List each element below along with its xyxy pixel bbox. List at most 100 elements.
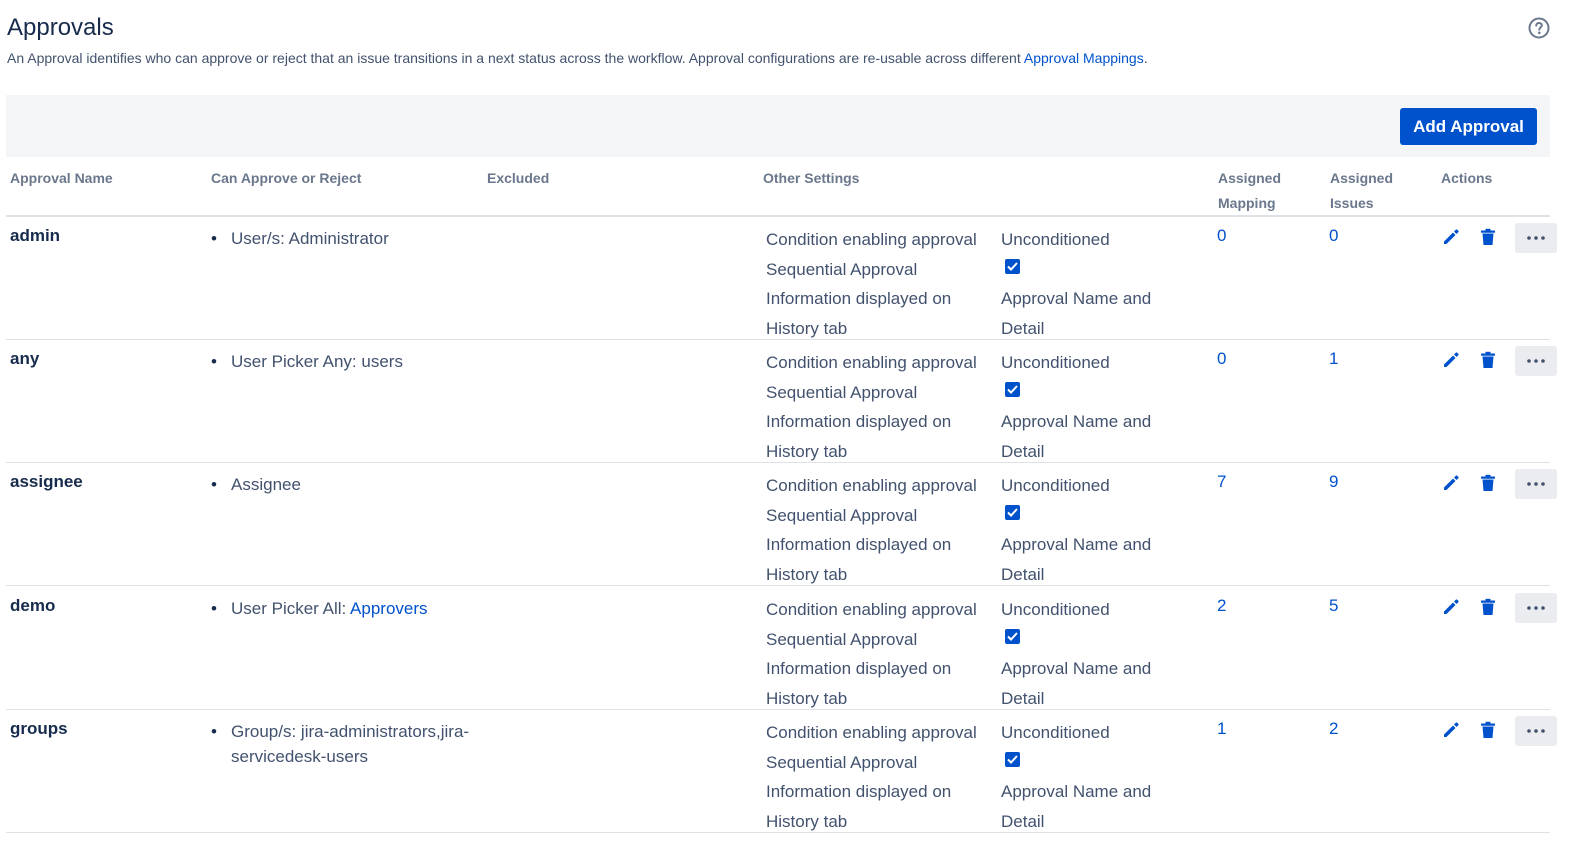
table-row: assignee Assignee Condition enabling appro… — [6, 463, 1557, 586]
condition-value: Unconditioned — [1001, 600, 1110, 619]
info-label: Information displayed on History tab — [766, 782, 952, 831]
more-actions-button[interactable] — [1515, 346, 1557, 376]
check-icon — [1007, 631, 1018, 641]
assigned-mapping-link[interactable]: 2 — [1217, 596, 1226, 616]
approver-item: User Picker All: Approvers — [211, 596, 501, 621]
pencil-icon[interactable] — [1442, 598, 1460, 616]
info-value: Approval Name and Detail — [1001, 659, 1152, 708]
sequential-checkbox — [1005, 504, 1020, 520]
condition-label: Condition enabling approval — [766, 353, 977, 372]
col-actions: Actions — [1441, 170, 1493, 186]
settings-labels: Condition enabling approval Sequential Ap… — [766, 350, 996, 468]
approval-name: assignee — [10, 472, 83, 491]
trash-icon[interactable] — [1480, 351, 1496, 369]
check-icon — [1007, 261, 1018, 271]
pencil-icon[interactable] — [1442, 474, 1460, 492]
trash-icon[interactable] — [1480, 598, 1496, 616]
more-actions-button[interactable] — [1515, 716, 1557, 746]
pencil-icon[interactable] — [1442, 351, 1460, 369]
approval-name: groups — [10, 719, 68, 738]
condition-value: Unconditioned — [1001, 476, 1110, 495]
pencil-icon[interactable] — [1442, 228, 1460, 246]
approver-item: User Picker Any: users — [211, 349, 501, 374]
check-icon — [1007, 507, 1018, 517]
info-value: Approval Name and Detail — [1001, 289, 1152, 338]
settings-values: Unconditioned Approval Name and Detail — [1001, 720, 1201, 838]
pencil-icon[interactable] — [1442, 721, 1460, 739]
sequential-checkbox — [1005, 258, 1020, 274]
condition-label: Condition enabling approval — [766, 723, 977, 742]
help-circle-icon[interactable] — [1528, 17, 1550, 39]
assigned-mapping-link[interactable]: 7 — [1217, 472, 1226, 492]
condition-label: Condition enabling approval — [766, 230, 977, 249]
approval-mappings-link[interactable]: Approval Mappings — [1024, 50, 1144, 66]
assigned-issues-link[interactable]: 0 — [1329, 226, 1338, 246]
condition-value: Unconditioned — [1001, 230, 1110, 249]
col-excluded: Excluded — [487, 170, 550, 186]
table-row: any User Picker Any: users Condition enabl… — [6, 340, 1557, 463]
col-assigned-mapping[interactable]: Assigned Mapping — [1218, 166, 1281, 216]
settings-values: Unconditioned Approval Name and Detail — [1001, 227, 1201, 345]
sequential-label: Sequential Approval — [766, 382, 918, 402]
assigned-issues-link[interactable]: 9 — [1329, 472, 1338, 492]
more-actions-button[interactable] — [1515, 469, 1557, 499]
info-label: Information displayed on History tab — [766, 289, 952, 338]
info-label: Information displayed on History tab — [766, 535, 952, 584]
col-assigned-issues[interactable]: Assigned Issues — [1330, 166, 1393, 216]
sequential-label: Sequential Approval — [766, 752, 918, 772]
condition-label: Condition enabling approval — [766, 476, 977, 495]
sequential-checkbox — [1005, 628, 1020, 644]
more-horizontal-icon — [1527, 482, 1545, 486]
table-row: demo User Picker All: Approvers Condition … — [6, 587, 1557, 710]
sequential-checkbox — [1005, 751, 1020, 767]
col-can-approve: Can Approve or Reject — [211, 170, 362, 186]
info-value: Approval Name and Detail — [1001, 535, 1152, 584]
table-row: groups Group/s: jira-administrators,jira-… — [6, 710, 1557, 833]
col-approval-name[interactable]: Approval Name — [10, 166, 113, 191]
trash-icon[interactable] — [1480, 228, 1496, 246]
settings-labels: Condition enabling approval Sequential Ap… — [766, 720, 996, 838]
more-horizontal-icon — [1527, 359, 1545, 363]
settings-labels: Condition enabling approval Sequential Ap… — [766, 473, 996, 591]
trash-icon[interactable] — [1480, 474, 1496, 492]
more-horizontal-icon — [1527, 606, 1545, 610]
assigned-issues-link[interactable]: 5 — [1329, 596, 1338, 616]
condition-value: Unconditioned — [1001, 723, 1110, 742]
more-horizontal-icon — [1527, 236, 1545, 240]
assigned-mapping-link[interactable]: 0 — [1217, 349, 1226, 369]
sequential-label: Sequential Approval — [766, 505, 918, 525]
condition-label: Condition enabling approval — [766, 600, 977, 619]
table-toolbar: Add Approval — [6, 95, 1550, 157]
more-horizontal-icon — [1527, 729, 1545, 733]
assigned-issues-link[interactable]: 1 — [1329, 349, 1338, 369]
approvers-link[interactable]: Approvers — [350, 599, 427, 618]
trash-icon[interactable] — [1480, 721, 1496, 739]
sequential-label: Sequential Approval — [766, 259, 918, 279]
sequential-label: Sequential Approval — [766, 629, 918, 649]
sequential-checkbox — [1005, 381, 1020, 397]
approver-item: Group/s: jira-administrators,jira-servic… — [211, 719, 501, 769]
more-actions-button[interactable] — [1515, 593, 1557, 623]
table-header: Approval Name Can Approve or Reject Excl… — [6, 157, 1550, 217]
assigned-mapping-link[interactable]: 1 — [1217, 719, 1226, 739]
info-label: Information displayed on History tab — [766, 412, 952, 461]
check-icon — [1007, 384, 1018, 394]
approval-name: admin — [10, 226, 61, 245]
add-approval-button[interactable]: Add Approval — [1400, 108, 1537, 145]
approver-item: User/s: Administrator — [211, 226, 501, 251]
settings-values: Unconditioned Approval Name and Detail — [1001, 597, 1201, 715]
approval-name: any — [10, 349, 40, 368]
page-description: An Approval identifies who can approve o… — [7, 50, 1148, 66]
settings-values: Unconditioned Approval Name and Detail — [1001, 473, 1201, 591]
approval-name: demo — [10, 596, 56, 615]
more-actions-button[interactable] — [1515, 223, 1557, 253]
settings-labels: Condition enabling approval Sequential Ap… — [766, 227, 996, 345]
condition-value: Unconditioned — [1001, 353, 1110, 372]
table-row: admin User/s: Administrator Condition enab… — [6, 217, 1557, 340]
assigned-mapping-link[interactable]: 0 — [1217, 226, 1226, 246]
check-icon — [1007, 754, 1018, 764]
approver-item: Assignee — [211, 472, 501, 497]
assigned-issues-link[interactable]: 2 — [1329, 719, 1338, 739]
info-value: Approval Name and Detail — [1001, 782, 1152, 831]
settings-values: Unconditioned Approval Name and Detail — [1001, 350, 1201, 468]
